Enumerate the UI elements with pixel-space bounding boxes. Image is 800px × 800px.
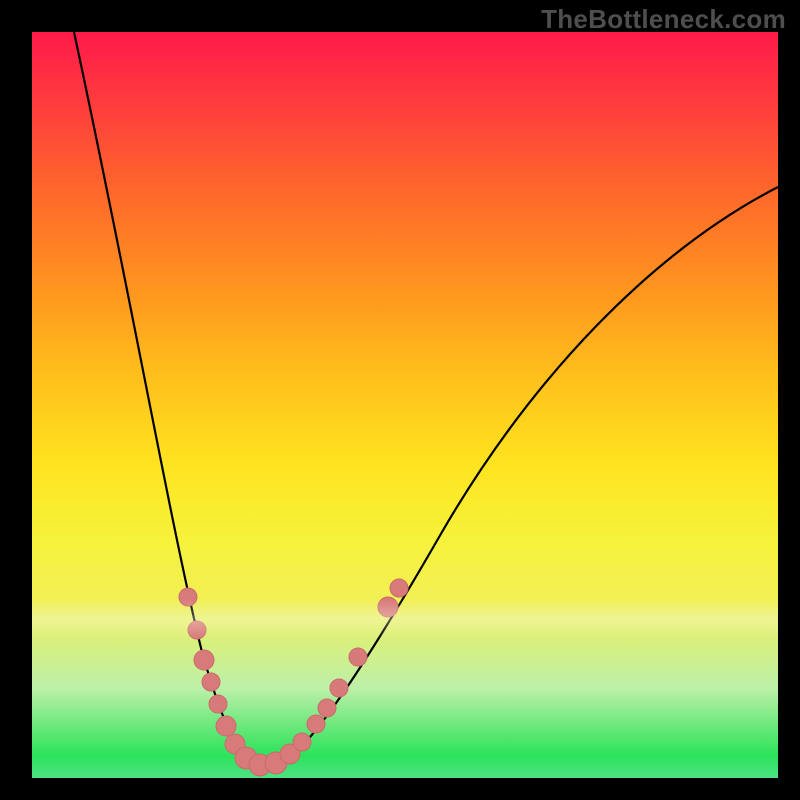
curve-left-arm [74, 32, 266, 766]
data-marker [216, 716, 236, 736]
data-marker [378, 597, 398, 617]
data-marker [390, 579, 408, 597]
data-marker [188, 621, 206, 639]
curve-right-arm [266, 187, 778, 766]
data-marker [209, 695, 227, 713]
data-marker [194, 650, 214, 670]
data-marker [349, 648, 367, 666]
data-marker [330, 679, 348, 697]
watermark-text: TheBottleneck.com [541, 4, 786, 35]
marker-group [179, 579, 408, 776]
data-marker [179, 588, 197, 606]
data-marker [202, 673, 220, 691]
chart-background [32, 32, 778, 778]
data-marker [318, 699, 336, 717]
data-marker [307, 715, 325, 733]
bottleneck-chart [32, 32, 778, 778]
data-marker [293, 733, 311, 751]
